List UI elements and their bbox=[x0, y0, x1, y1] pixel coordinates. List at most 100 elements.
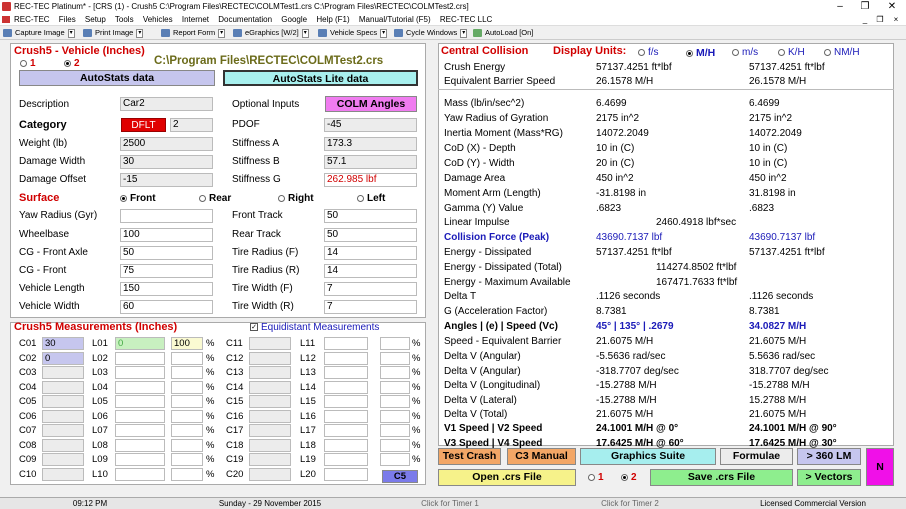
c-field[interactable] bbox=[42, 395, 84, 408]
front-track-field[interactable]: 50 bbox=[324, 209, 417, 223]
menu-documentation[interactable]: Documentation bbox=[218, 15, 272, 24]
close-icon[interactable]: ✕ bbox=[882, 0, 902, 13]
l-field[interactable] bbox=[115, 410, 165, 423]
stiffness-a-field[interactable]: 173.3 bbox=[324, 137, 417, 151]
c-field[interactable] bbox=[42, 439, 84, 452]
l-field[interactable] bbox=[115, 468, 165, 481]
percent2-field[interactable] bbox=[380, 381, 410, 394]
damage-offset-field[interactable]: -15 bbox=[120, 173, 213, 187]
percent2-field[interactable] bbox=[380, 395, 410, 408]
unit-ms-radio[interactable]: m/s bbox=[732, 47, 758, 58]
percent-field[interactable] bbox=[171, 410, 203, 423]
l2-field[interactable] bbox=[324, 337, 368, 350]
percent2-field[interactable] bbox=[380, 439, 410, 452]
vectors-button[interactable]: > Vectors bbox=[797, 469, 861, 486]
gt360-lm-button[interactable]: > 360 LM bbox=[797, 448, 861, 465]
vehicle-radio-2[interactable]: 2 bbox=[64, 58, 80, 69]
mdi-close-icon[interactable]: × bbox=[886, 13, 906, 26]
category-number-field[interactable]: 2 bbox=[170, 118, 213, 132]
egraphics-button[interactable]: eGraphics [W/2] ▾ bbox=[232, 27, 309, 39]
test-crash-button[interactable]: Test Crash bbox=[438, 448, 501, 465]
autoload-button[interactable]: AutoLoad [On] bbox=[472, 27, 533, 39]
percent2-field[interactable] bbox=[380, 337, 410, 350]
vehicle-radio-1[interactable]: 1 bbox=[20, 58, 36, 69]
menu-internet[interactable]: Internet bbox=[182, 15, 209, 24]
l2-field[interactable] bbox=[324, 395, 368, 408]
tire-radius-r-field[interactable]: 14 bbox=[324, 264, 417, 278]
save-crs-button[interactable]: Save .crs File bbox=[650, 469, 793, 486]
capture-image-button[interactable]: Capture Image ▾ bbox=[2, 27, 75, 39]
c2-field[interactable] bbox=[249, 439, 291, 452]
save-radio-1[interactable]: 1 bbox=[588, 472, 604, 483]
c2-field[interactable] bbox=[249, 424, 291, 437]
print-image-button[interactable]: Print Image ▾ bbox=[82, 27, 144, 39]
l2-field[interactable] bbox=[324, 352, 368, 365]
percent-field[interactable] bbox=[171, 453, 203, 466]
c-field[interactable] bbox=[42, 424, 84, 437]
c2-field[interactable] bbox=[249, 337, 291, 350]
menu-vehicles[interactable]: Vehicles bbox=[143, 15, 173, 24]
menu-rectec[interactable]: REC-TEC bbox=[14, 15, 50, 24]
pdof-field[interactable]: -45 bbox=[324, 118, 417, 132]
c2-field[interactable] bbox=[249, 366, 291, 379]
l2-field[interactable] bbox=[324, 366, 368, 379]
c-field[interactable] bbox=[42, 453, 84, 466]
tire-width-f-field[interactable]: 7 bbox=[324, 282, 417, 296]
autostats-button[interactable]: AutoStats data bbox=[19, 70, 215, 86]
l-field[interactable]: 0 bbox=[115, 337, 165, 350]
cg-front-field[interactable]: 75 bbox=[120, 264, 213, 278]
c2-field[interactable] bbox=[249, 381, 291, 394]
autostats-lite-button[interactable]: AutoStats Lite data bbox=[223, 70, 418, 86]
wheelbase-field[interactable]: 100 bbox=[120, 228, 213, 242]
rear-track-field[interactable]: 50 bbox=[324, 228, 417, 242]
percent-field[interactable] bbox=[171, 366, 203, 379]
menu-google[interactable]: Google bbox=[281, 15, 307, 24]
l-field[interactable] bbox=[115, 366, 165, 379]
percent2-field[interactable] bbox=[380, 424, 410, 437]
c2-field[interactable] bbox=[249, 453, 291, 466]
l-field[interactable] bbox=[115, 381, 165, 394]
maximize-icon[interactable]: ❐ bbox=[855, 0, 875, 13]
percent-field[interactable]: 100 bbox=[171, 337, 203, 350]
chevron-down-icon[interactable]: ▾ bbox=[301, 28, 309, 38]
cycle-windows-button[interactable]: Cycle Windows ▾ bbox=[393, 27, 468, 39]
c-field[interactable] bbox=[42, 410, 84, 423]
menu-tools[interactable]: Tools bbox=[115, 15, 134, 24]
vehicle-width-field[interactable]: 60 bbox=[120, 300, 213, 314]
weight-field[interactable]: 2500 bbox=[120, 137, 213, 151]
percent-field[interactable] bbox=[171, 395, 203, 408]
l-field[interactable] bbox=[115, 424, 165, 437]
c-field[interactable]: 0 bbox=[42, 352, 84, 365]
unit-kh-radio[interactable]: K/H bbox=[778, 47, 805, 58]
menu-files[interactable]: Files bbox=[59, 15, 76, 24]
surface-front-radio[interactable]: Front bbox=[120, 193, 156, 204]
chevron-down-icon[interactable]: ▾ bbox=[136, 28, 144, 38]
graphics-suite-button[interactable]: Graphics Suite bbox=[580, 448, 716, 465]
c-field[interactable]: 30 bbox=[42, 337, 84, 350]
colm-angles-button[interactable]: COLM Angles bbox=[325, 96, 417, 112]
l-field[interactable] bbox=[115, 453, 165, 466]
c3-manual-button[interactable]: C3 Manual bbox=[507, 448, 576, 465]
surface-rear-radio[interactable]: Rear bbox=[199, 193, 231, 204]
l-field[interactable] bbox=[115, 439, 165, 452]
l2-field[interactable] bbox=[324, 439, 368, 452]
timer2-button[interactable]: Click for Timer 2 bbox=[540, 498, 720, 509]
c2-field[interactable] bbox=[249, 395, 291, 408]
l2-field[interactable] bbox=[324, 453, 368, 466]
surface-left-radio[interactable]: Left bbox=[357, 193, 385, 204]
minimize-icon[interactable]: – bbox=[830, 0, 850, 13]
chevron-down-icon[interactable]: ▾ bbox=[460, 28, 468, 38]
report-form-button[interactable]: Report Form ▾ bbox=[160, 27, 226, 39]
chevron-down-icon[interactable]: ▾ bbox=[218, 28, 226, 38]
open-crs-button[interactable]: Open .crs File bbox=[438, 469, 576, 486]
percent-field[interactable] bbox=[171, 439, 203, 452]
c2-field[interactable] bbox=[249, 352, 291, 365]
l-field[interactable] bbox=[115, 352, 165, 365]
percent2-field[interactable] bbox=[380, 410, 410, 423]
description-field[interactable]: Car2 bbox=[120, 97, 213, 111]
unit-mh-radio[interactable]: M/H bbox=[686, 47, 715, 59]
l-field[interactable] bbox=[115, 395, 165, 408]
chevron-down-icon[interactable]: ▾ bbox=[67, 28, 75, 38]
percent-field[interactable] bbox=[171, 468, 203, 481]
percent-field[interactable] bbox=[171, 424, 203, 437]
